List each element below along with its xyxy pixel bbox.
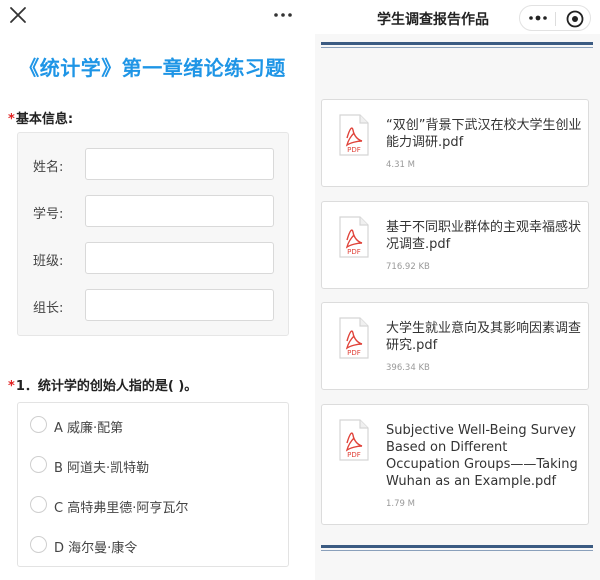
radio-button[interactable] (30, 416, 47, 433)
more-dots-icon[interactable] (271, 3, 295, 27)
panel-title: 学生调查报告作品 (377, 12, 489, 28)
basic-info-heading: *基本信息: (8, 108, 73, 127)
mini-program-capsule (519, 5, 591, 31)
option-label: C 高特弗里德·阿亨瓦尔 (54, 501, 189, 516)
close-icon[interactable] (6, 3, 30, 27)
option-label: D 海尔曼·康令 (54, 541, 138, 556)
target-icon[interactable] (565, 9, 585, 29)
option-label: A 威廉·配第 (54, 421, 124, 436)
group-leader-row: 组长: (18, 289, 290, 321)
file-card[interactable]: PDF Subjective Well-Being Survey Based o… (321, 404, 589, 525)
name-row: 姓名: (18, 148, 290, 180)
question-text: 1．统计学的创始人指的是( )。 (15, 379, 198, 394)
student-id-row: 学号: (18, 195, 290, 227)
file-name: 大学生就业意向及其影响因素调查研究.pdf (386, 321, 582, 353)
file-size: 396.34 KB (386, 363, 430, 373)
file-card[interactable]: PDF “双创”背景下武汉在校大学生创业能力调研.pdf 4.31 M (321, 99, 589, 187)
divider-bottom (321, 545, 593, 551)
capsule-divider (555, 12, 556, 26)
radio-button[interactable] (30, 536, 47, 553)
divider-top (321, 42, 593, 48)
radio-button[interactable] (30, 456, 47, 473)
header-bar: 学生调查报告作品 (315, 0, 600, 34)
pdf-badge: PDF (347, 248, 361, 256)
student-id-label: 学号: (33, 207, 64, 222)
option-a[interactable]: A 威廉·配第 (18, 405, 290, 445)
pdf-badge: PDF (347, 349, 361, 357)
pdf-file-icon: PDF (339, 419, 369, 461)
basic-info-form: 姓名: 学号: 班级: 组长: (17, 132, 289, 336)
pdf-badge: PDF (347, 451, 361, 459)
class-field[interactable] (85, 242, 274, 274)
question-options: A 威廉·配第 B 阿道夫·凯特勒 C 高特弗里德·阿亨瓦尔 D 海尔曼·康令 (17, 402, 289, 567)
pdf-file-icon: PDF (339, 216, 369, 258)
class-row: 班级: (18, 242, 290, 274)
option-b[interactable]: B 阿道夫·凯特勒 (18, 445, 290, 485)
pdf-file-icon: PDF (339, 317, 369, 359)
student-id-field[interactable] (85, 195, 274, 227)
top-bar (0, 0, 305, 34)
pdf-file-icon: PDF (339, 114, 369, 156)
quiz-panel: 《统计学》第一章绪论练习题 *基本信息: 姓名: 学号: 班级: 组长: *1．… (0, 0, 305, 580)
name-label: 姓名: (33, 160, 64, 175)
file-card[interactable]: PDF 大学生就业意向及其影响因素调查研究.pdf 396.34 KB (321, 302, 589, 390)
required-mark: * (8, 112, 15, 127)
option-d[interactable]: D 海尔曼·康令 (18, 525, 290, 565)
page-title: 《统计学》第一章绪论练习题 (19, 56, 286, 80)
file-name: “双创”背景下武汉在校大学生创业能力调研.pdf (386, 118, 582, 150)
question-heading: *1．统计学的创始人指的是( )。 (8, 375, 197, 394)
group-leader-field[interactable] (85, 289, 274, 321)
file-size: 1.79 M (386, 499, 415, 509)
option-label: B 阿道夫·凯特勒 (54, 461, 150, 476)
file-size: 716.92 KB (386, 262, 430, 272)
file-name: Subjective Well-Being Survey Based on Di… (386, 423, 578, 489)
option-c[interactable]: C 高特弗里德·阿亨瓦尔 (18, 485, 290, 525)
pdf-badge: PDF (347, 146, 361, 154)
radio-button[interactable] (30, 496, 47, 513)
more-dots-icon[interactable] (526, 9, 550, 27)
file-name: 基于不同职业群体的主观幸福感状况调查.pdf (386, 220, 582, 252)
group-leader-label: 组长: (33, 301, 64, 316)
class-label: 班级: (33, 254, 64, 269)
file-size: 4.31 M (386, 160, 415, 170)
basic-info-label: 基本信息: (15, 112, 74, 127)
required-mark: * (8, 379, 15, 394)
file-card[interactable]: PDF 基于不同职业群体的主观幸福感状况调查.pdf 716.92 KB (321, 201, 589, 289)
panel-divider (305, 0, 315, 580)
name-field[interactable] (85, 148, 274, 180)
report-panel: 学生调查报告作品 PDF “双创”背景下武汉在校大学生创业能力调研.pdf 4.… (315, 0, 600, 580)
